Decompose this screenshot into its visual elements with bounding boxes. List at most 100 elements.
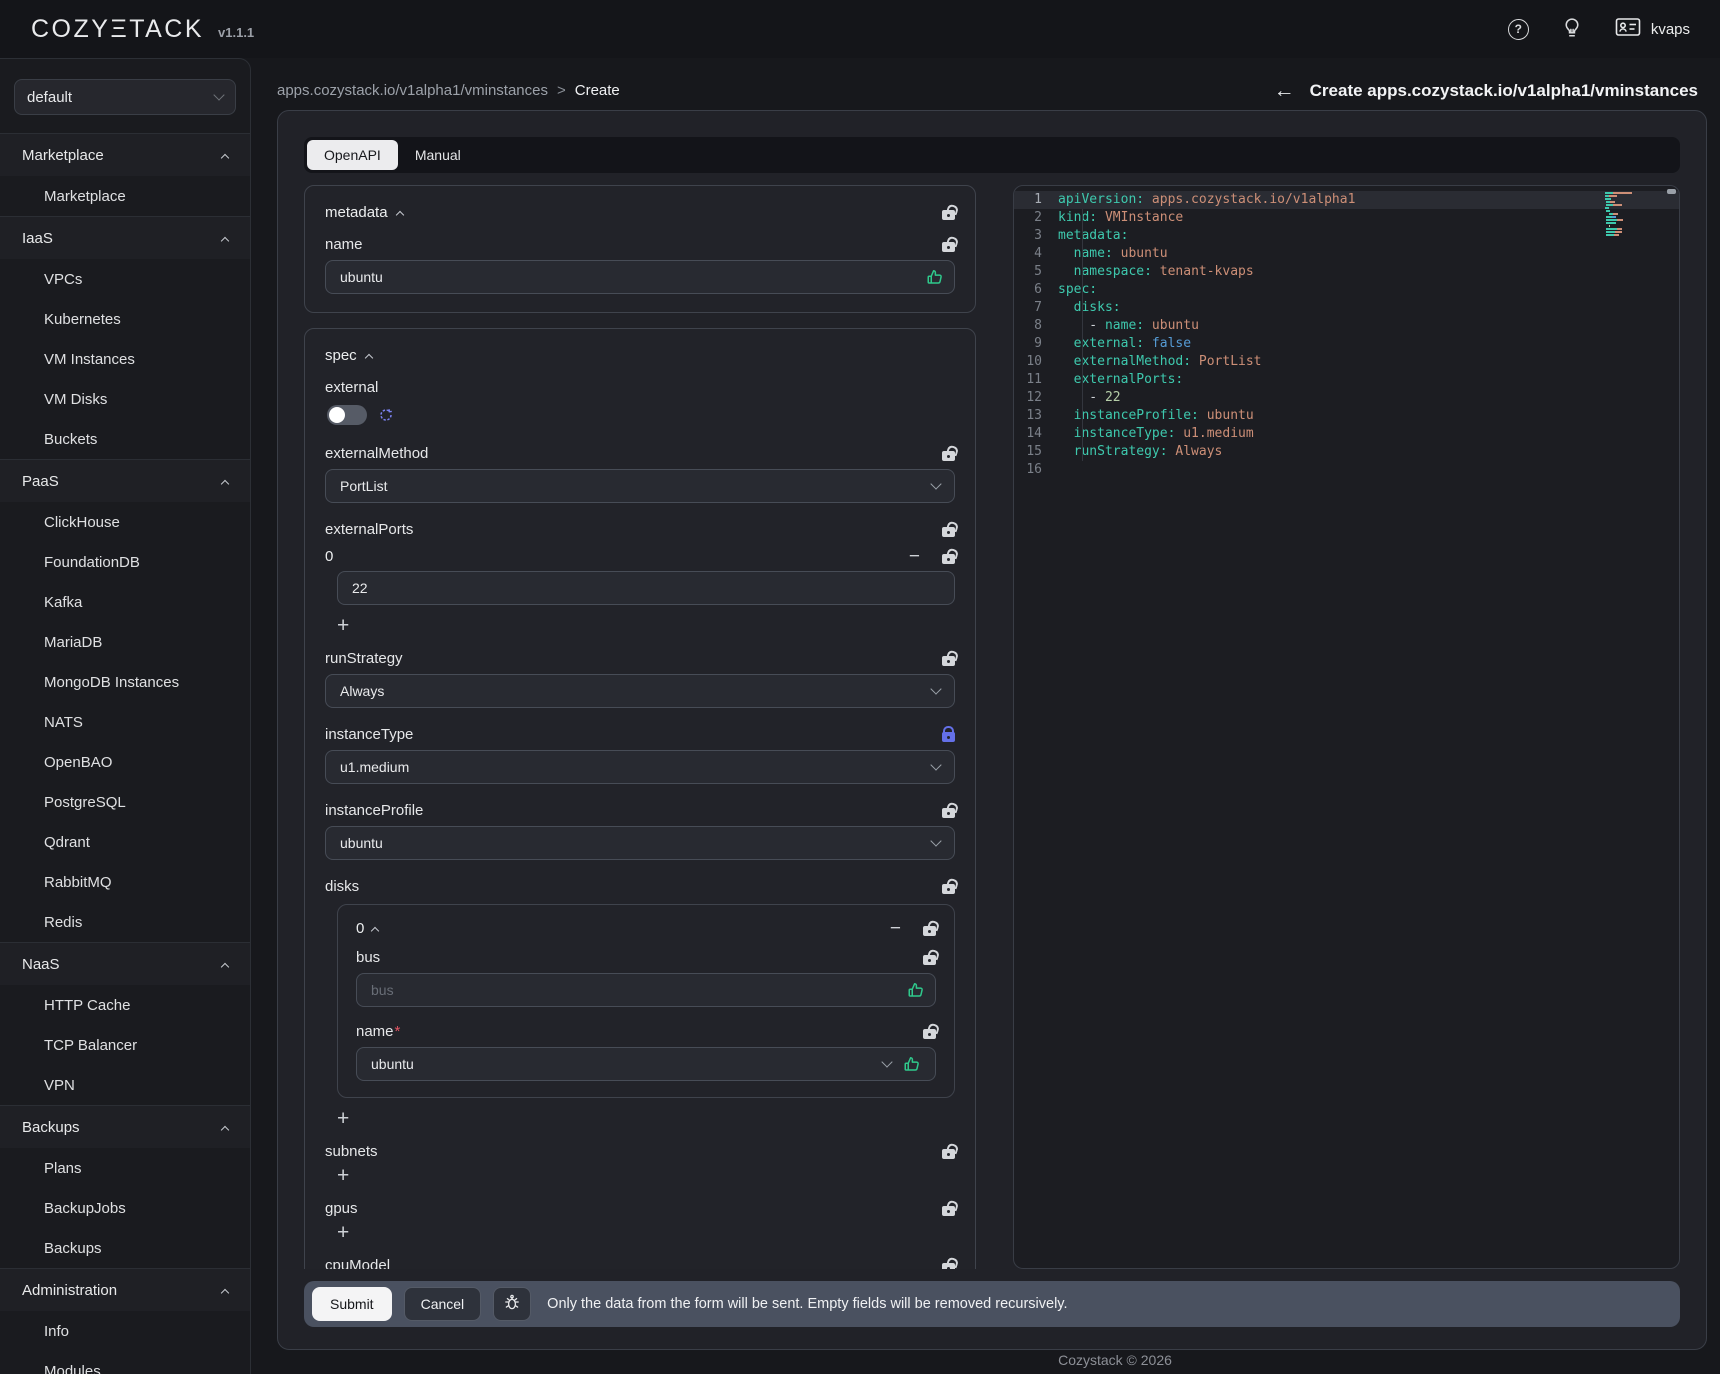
- sidebar-item-kafka[interactable]: Kafka: [0, 582, 250, 622]
- add-subnet-button[interactable]: +: [337, 1165, 349, 1186]
- external-toggle[interactable]: [327, 405, 367, 425]
- theme-toggle-button[interactable]: [1563, 18, 1581, 41]
- lock-icon-cpuModel[interactable]: [942, 1263, 955, 1269]
- thumbs-up-icon[interactable]: [926, 268, 944, 290]
- yaml-editor[interactable]: 1apiVersion: apps.cozystack.io/v1alpha12…: [1013, 185, 1680, 1269]
- sidebar-item-http-cache[interactable]: HTTP Cache: [0, 985, 250, 1025]
- lock-icon-bus[interactable]: [923, 955, 936, 965]
- instanceType-select[interactable]: u1.medium: [325, 750, 955, 784]
- name-input[interactable]: [325, 260, 955, 294]
- lock-icon-instanceType-locked[interactable]: [942, 732, 955, 742]
- code-line-4: 4 name: ubuntu: [1014, 245, 1679, 263]
- instanceProfile-select[interactable]: ubuntu: [325, 826, 955, 860]
- sidebar-item-vm-disks[interactable]: VM Disks: [0, 379, 250, 419]
- lock-icon-disks[interactable]: [942, 884, 955, 894]
- breadcrumb-path[interactable]: apps.cozystack.io/v1alpha1/vminstances: [277, 82, 548, 99]
- thumbs-up-icon[interactable]: [907, 981, 925, 1003]
- sidebar-item-foundationdb[interactable]: FoundationDB: [0, 542, 250, 582]
- lock-icon-disk-item[interactable]: [923, 926, 936, 936]
- editor-scrollbar-thumb[interactable]: [1667, 189, 1676, 194]
- instanceProfile-value: ubuntu: [340, 835, 383, 851]
- line-number: 9: [1014, 335, 1058, 353]
- sidebar-item-buckets[interactable]: Buckets: [0, 419, 250, 459]
- tenant-select[interactable]: default: [14, 79, 236, 115]
- line-number: 4: [1014, 245, 1058, 263]
- field-label-disk-name: name*: [356, 1023, 400, 1040]
- sidebar-item-vpn[interactable]: VPN: [0, 1065, 250, 1105]
- sidebar-item-nats[interactable]: NATS: [0, 702, 250, 742]
- sidebar-item-info[interactable]: Info: [0, 1311, 250, 1351]
- help-button[interactable]: ?: [1508, 19, 1529, 40]
- user-menu-button[interactable]: kvaps: [1615, 17, 1690, 41]
- sidebar-item-qdrant[interactable]: Qdrant: [0, 822, 250, 862]
- sidebar-item-modules[interactable]: Modules: [0, 1351, 250, 1374]
- sidebar-section-iaas[interactable]: IaaS: [0, 217, 250, 259]
- add-gpu-button[interactable]: +: [337, 1222, 349, 1243]
- disk-item-card: 0 − bus: [337, 904, 955, 1098]
- sidebar-section-paas[interactable]: PaaS: [0, 460, 250, 502]
- lock-icon-port-item[interactable]: [942, 554, 955, 564]
- spec-section: spec external: [304, 328, 976, 1269]
- disk-item-index: 0: [356, 920, 364, 937]
- sidebar-section-naas[interactable]: NaaS: [0, 943, 250, 985]
- sidebar-item-openbao[interactable]: OpenBAO: [0, 742, 250, 782]
- metadata-collapse[interactable]: metadata: [325, 204, 403, 221]
- port-input[interactable]: [337, 571, 955, 605]
- sidebar-item-backupjobs[interactable]: BackupJobs: [0, 1188, 250, 1228]
- remove-disk-button[interactable]: −: [890, 919, 901, 938]
- bus-input[interactable]: [356, 973, 936, 1007]
- sidebar-item-mongodb-instances[interactable]: MongoDB Instances: [0, 662, 250, 702]
- sidebar-item-marketplace[interactable]: Marketplace: [0, 176, 250, 216]
- sidebar-section-backups[interactable]: Backups: [0, 1106, 250, 1148]
- tab-openapi[interactable]: OpenAPI: [307, 140, 398, 170]
- lock-icon-metadata[interactable]: [942, 210, 955, 220]
- sidebar-item-tcp-balancer[interactable]: TCP Balancer: [0, 1025, 250, 1065]
- code-line-9: 9 external: false: [1014, 335, 1679, 353]
- tab-manual[interactable]: Manual: [398, 140, 478, 170]
- lock-icon-runStrategy[interactable]: [942, 656, 955, 666]
- cancel-button[interactable]: Cancel: [404, 1287, 482, 1321]
- reset-field-icon[interactable]: [379, 408, 393, 422]
- add-disk-button[interactable]: +: [337, 1108, 349, 1129]
- sidebar-item-mariadb[interactable]: MariaDB: [0, 622, 250, 662]
- chevron-up-icon: [221, 1125, 229, 1133]
- sidebar-item-redis[interactable]: Redis: [0, 902, 250, 942]
- sidebar-item-vpcs[interactable]: VPCs: [0, 259, 250, 299]
- debug-button[interactable]: [493, 1287, 531, 1321]
- submit-button[interactable]: Submit: [312, 1287, 392, 1321]
- chevron-up-icon: [221, 1288, 229, 1296]
- sidebar-item-postgresql[interactable]: PostgreSQL: [0, 782, 250, 822]
- thumbs-up-icon[interactable]: [903, 1055, 921, 1073]
- lock-icon-disk-name[interactable]: [923, 1029, 936, 1039]
- spec-collapse[interactable]: spec: [325, 347, 372, 364]
- bug-icon: [504, 1294, 520, 1314]
- disk-item-collapse[interactable]: 0: [356, 920, 378, 937]
- sidebar-item-rabbitmq[interactable]: RabbitMQ: [0, 862, 250, 902]
- sidebar-section-administration[interactable]: Administration: [0, 1269, 250, 1311]
- disk-name-select[interactable]: ubuntu: [356, 1047, 936, 1081]
- lock-icon-instanceProfile[interactable]: [942, 808, 955, 818]
- line-number: 11: [1014, 371, 1058, 389]
- lock-icon-gpus[interactable]: [942, 1206, 955, 1216]
- sidebar-item-vm-instances[interactable]: VM Instances: [0, 339, 250, 379]
- field-label-disks: disks: [325, 878, 359, 895]
- lock-icon-externalMethod[interactable]: [942, 451, 955, 461]
- field-label-runStrategy: runStrategy: [325, 650, 403, 667]
- sidebar-item-backups[interactable]: Backups: [0, 1228, 250, 1268]
- code-line-13: 13 instanceProfile: ubuntu: [1014, 407, 1679, 425]
- disk-name-value: ubuntu: [371, 1056, 414, 1072]
- externalMethod-select[interactable]: PortList: [325, 469, 955, 503]
- sidebar-item-plans[interactable]: Plans: [0, 1148, 250, 1188]
- runStrategy-select[interactable]: Always: [325, 674, 955, 708]
- lock-icon-externalPorts[interactable]: [942, 527, 955, 537]
- editor-minimap[interactable]: [1605, 192, 1663, 240]
- lock-icon-subnets[interactable]: [942, 1149, 955, 1159]
- sidebar-section-marketplace[interactable]: Marketplace: [0, 134, 250, 176]
- back-button[interactable]: ←: [1274, 80, 1295, 101]
- sidebar-item-kubernetes[interactable]: Kubernetes: [0, 299, 250, 339]
- lock-icon-name[interactable]: [942, 242, 955, 252]
- remove-port-button[interactable]: −: [909, 547, 920, 566]
- nav-section-iaas: IaaSVPCsKubernetesVM InstancesVM DisksBu…: [0, 216, 250, 459]
- add-port-button[interactable]: +: [337, 615, 349, 636]
- sidebar-item-clickhouse[interactable]: ClickHouse: [0, 502, 250, 542]
